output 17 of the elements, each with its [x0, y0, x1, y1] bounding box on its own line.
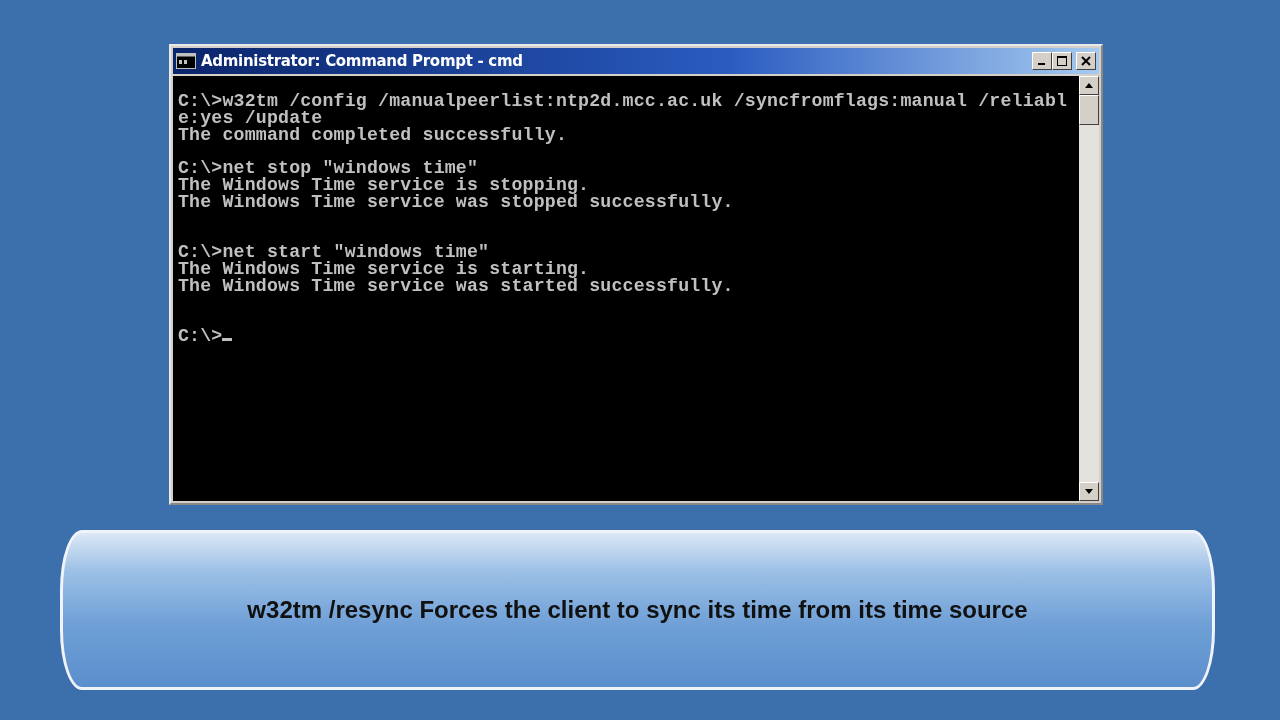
scroll-thumb[interactable]: [1079, 95, 1099, 125]
minimize-button[interactable]: [1032, 52, 1052, 70]
console-icon: [176, 53, 196, 69]
caption-text: w32tm /resync Forces the client to sync its time from its time source: [247, 595, 1028, 625]
maximize-icon: [1057, 56, 1067, 66]
down-arrow-icon: [1085, 489, 1093, 494]
maximize-button[interactable]: [1052, 52, 1072, 70]
up-arrow-icon: [1085, 83, 1093, 88]
text-cursor: [222, 338, 233, 342]
scroll-down-button[interactable]: [1079, 482, 1099, 501]
close-button[interactable]: [1076, 52, 1096, 70]
scroll-up-button[interactable]: [1079, 76, 1099, 95]
console-line: The Windows Time service is starting.: [178, 258, 590, 279]
close-icon: [1081, 56, 1091, 66]
window-title: Administrator: Command Prompt - cmd: [201, 50, 523, 72]
scrollbar[interactable]: [1079, 76, 1099, 501]
command-prompt: C:\>: [178, 326, 223, 347]
